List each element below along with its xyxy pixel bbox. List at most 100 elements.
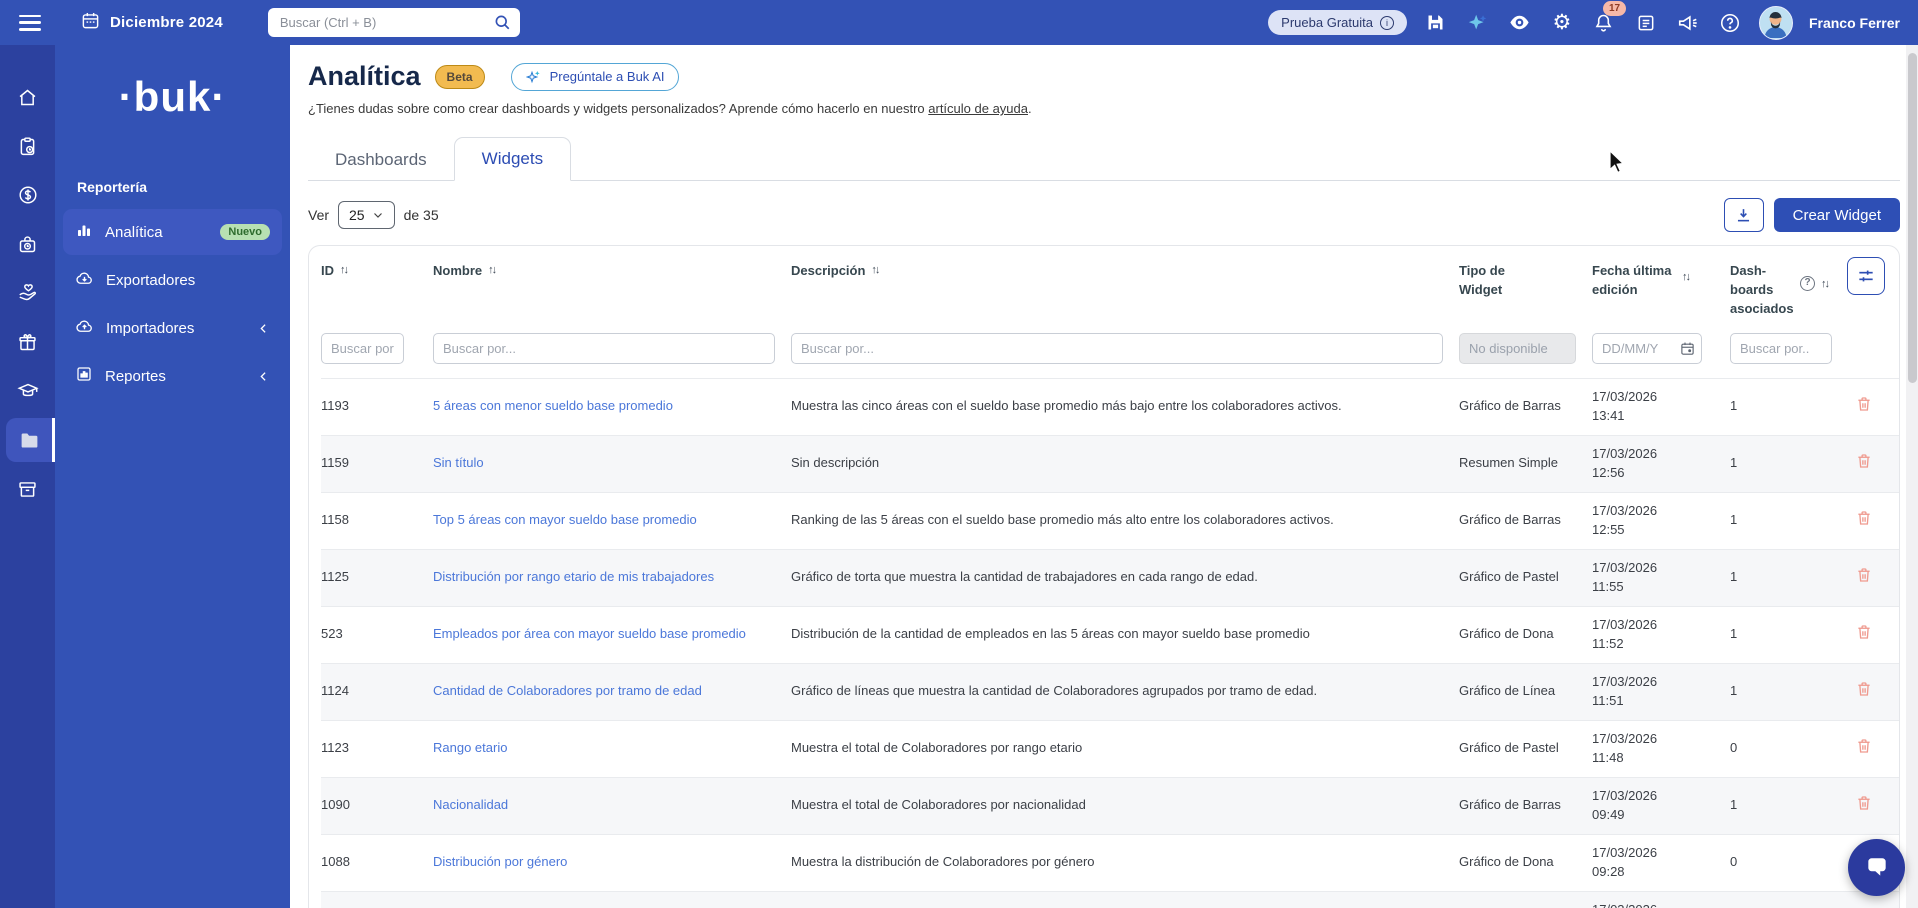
chat-button[interactable] [1848, 839, 1905, 896]
gear-icon[interactable]: ⚙ [1549, 10, 1575, 36]
free-trial-label: Prueba Gratuita [1281, 15, 1373, 30]
delete-widget-button[interactable] [1855, 395, 1873, 413]
column-help-icon[interactable]: ? [1800, 276, 1815, 291]
ask-buk-ai-label: Pregúntale a Buk AI [549, 69, 665, 84]
column-header-dashboards[interactable]: Dash­boards asociados? ↑↓ [1730, 262, 1848, 319]
widget-description: Distribución de la cantidad de empleados… [791, 626, 1310, 642]
scrollbar-thumb[interactable] [1907, 53, 1917, 383]
delete-widget-button[interactable] [1855, 452, 1873, 470]
widget-name-link[interactable]: Empleados por área con mayor sueldo base… [433, 626, 746, 641]
widget-description: Muestra el total de Colaboradores por na… [791, 797, 1086, 813]
delete-widget-button[interactable] [1855, 623, 1873, 641]
sort-icon[interactable]: ↑↓ [1682, 270, 1691, 286]
widget-last-edited: 17/03/2026 09:49 [1592, 788, 1658, 822]
vertical-scrollbar[interactable] [1906, 45, 1918, 908]
widget-name-link[interactable]: Distribución por rango etario de mis tra… [433, 569, 714, 584]
rail-bag-clock-icon[interactable] [0, 222, 55, 266]
menu-icon[interactable] [19, 14, 41, 31]
rail-hand-heart-icon[interactable] [0, 271, 55, 315]
widget-dashboards-count: 1 [1730, 512, 1738, 528]
widget-dashboards-count: 1 [1730, 398, 1738, 414]
tab-dashboards[interactable]: Dashboards [308, 139, 454, 181]
save-icon[interactable] [1423, 10, 1449, 36]
help-icon[interactable] [1717, 10, 1743, 36]
delete-widget-button[interactable] [1855, 737, 1873, 755]
trash-icon [1858, 739, 1870, 753]
avatar[interactable] [1758, 5, 1793, 40]
widget-description: Gráfico de torta que muestra la cantidad… [791, 569, 1258, 585]
widget-name-link[interactable]: 5 áreas con menor sueldo base promedio [433, 398, 673, 413]
column-header-nombre[interactable]: Nombre ↑↓ [433, 262, 791, 281]
rail-gift-icon[interactable] [0, 320, 55, 364]
filter-dashboards-input[interactable] [1730, 332, 1832, 364]
widget-name-link[interactable]: Top 5 áreas con mayor sueldo base promed… [433, 512, 697, 527]
widget-name-link[interactable]: Sin título [433, 455, 484, 470]
column-header-id[interactable]: ID ↑↓ [321, 262, 433, 281]
page-size-select[interactable]: 25 [338, 201, 395, 229]
sidebar-item-exportadores[interactable]: Exportadores [63, 257, 282, 303]
sidebar-item-label: Exportadores [106, 271, 196, 289]
current-period-label: Diciembre 2024 [110, 14, 223, 31]
ai-sparkle-icon[interactable] [1465, 10, 1491, 36]
search-input[interactable] [267, 8, 520, 37]
total-count-label: de 35 [403, 207, 439, 223]
rail-home-icon[interactable] [0, 75, 55, 119]
ask-buk-ai-button[interactable]: Pregúntale a Buk AI [510, 62, 680, 91]
widget-last-edited: 17/03/2026 12:56 [1592, 446, 1658, 480]
sliders-icon [1859, 270, 1873, 282]
delete-widget-button[interactable] [1855, 509, 1873, 527]
chevron-down-icon [373, 213, 382, 218]
widget-name-link[interactable]: Nacionalidad [433, 797, 508, 812]
tab-widgets[interactable]: Widgets [453, 137, 572, 181]
sort-icon[interactable]: ↑↓ [340, 263, 349, 279]
trash-icon [1858, 682, 1870, 696]
delete-widget-button[interactable] [1855, 566, 1873, 584]
column-header-tipo: Tipo de Widget [1459, 263, 1505, 297]
delete-widget-button[interactable] [1855, 794, 1873, 812]
widget-dashboards-count: 1 [1730, 683, 1738, 699]
widget-last-edited: 17/03/2026 11:51 [1592, 674, 1658, 708]
calendar-icon[interactable] [1680, 341, 1695, 356]
table-row: 1087 Distribución por nacionalidad Sin d… [321, 890, 1899, 908]
chevron-left-icon [257, 370, 270, 383]
topbar: Diciembre 2024 Prueba Gratuita i [0, 0, 1918, 45]
period-selector[interactable]: Diciembre 2024 [81, 11, 223, 35]
filter-nombre-input[interactable] [433, 332, 775, 364]
filter-descripcion-input[interactable] [791, 332, 1443, 364]
download-button[interactable] [1723, 198, 1764, 232]
column-header-fecha[interactable]: Fecha última edición ↑↓ [1592, 262, 1730, 300]
create-widget-button[interactable]: Crear Widget [1773, 198, 1900, 232]
rail-money-icon[interactable] [0, 173, 55, 217]
free-trial-button[interactable]: Prueba Gratuita i [1268, 10, 1407, 35]
delete-widget-button[interactable] [1855, 680, 1873, 698]
widget-description: Ranking de las 5 áreas con el sueldo bas… [791, 512, 1334, 528]
filter-id-input[interactable] [321, 332, 404, 364]
megaphone-icon[interactable] [1675, 10, 1701, 36]
icon-rail [0, 45, 55, 908]
table-settings-button[interactable] [1847, 257, 1885, 295]
sidebar-item-analitica[interactable]: Analítica Nuevo [63, 209, 282, 255]
rail-archive-icon[interactable] [0, 467, 55, 511]
sidebar-item-importadores[interactable]: Importadores [63, 305, 282, 351]
widget-name-link[interactable]: Cantidad de Colaboradores por tramo de e… [433, 683, 702, 698]
column-header-descripcion[interactable]: Descripción ↑↓ [791, 262, 1459, 281]
news-list-icon[interactable] [1633, 10, 1659, 36]
help-article-link[interactable]: artículo de ayuda [928, 101, 1028, 116]
sort-icon[interactable]: ↑↓ [1821, 277, 1830, 293]
rail-graduation-cap-icon[interactable] [0, 369, 55, 413]
widget-id: 1125 [321, 569, 349, 585]
eye-icon[interactable] [1507, 10, 1533, 36]
sort-icon[interactable]: ↑↓ [488, 263, 497, 279]
search-icon[interactable] [493, 13, 511, 36]
notifications-bell-icon[interactable]: 17 [1591, 0, 1627, 36]
widget-id: 1090 [321, 797, 350, 813]
sort-icon[interactable]: ↑↓ [871, 263, 880, 279]
rail-folder-icon-active[interactable] [6, 418, 55, 462]
rail-clipboard-clock-icon[interactable] [0, 124, 55, 168]
widget-name-link[interactable]: Distribución por género [433, 854, 567, 869]
widget-id: 523 [321, 626, 343, 642]
widget-last-edited: 17/03/2026 09:28 [1592, 845, 1658, 879]
sidebar-item-reportes[interactable]: Reportes [63, 353, 282, 399]
widget-dashboards-count: 1 [1730, 569, 1738, 585]
widget-name-link[interactable]: Rango etario [433, 740, 507, 755]
